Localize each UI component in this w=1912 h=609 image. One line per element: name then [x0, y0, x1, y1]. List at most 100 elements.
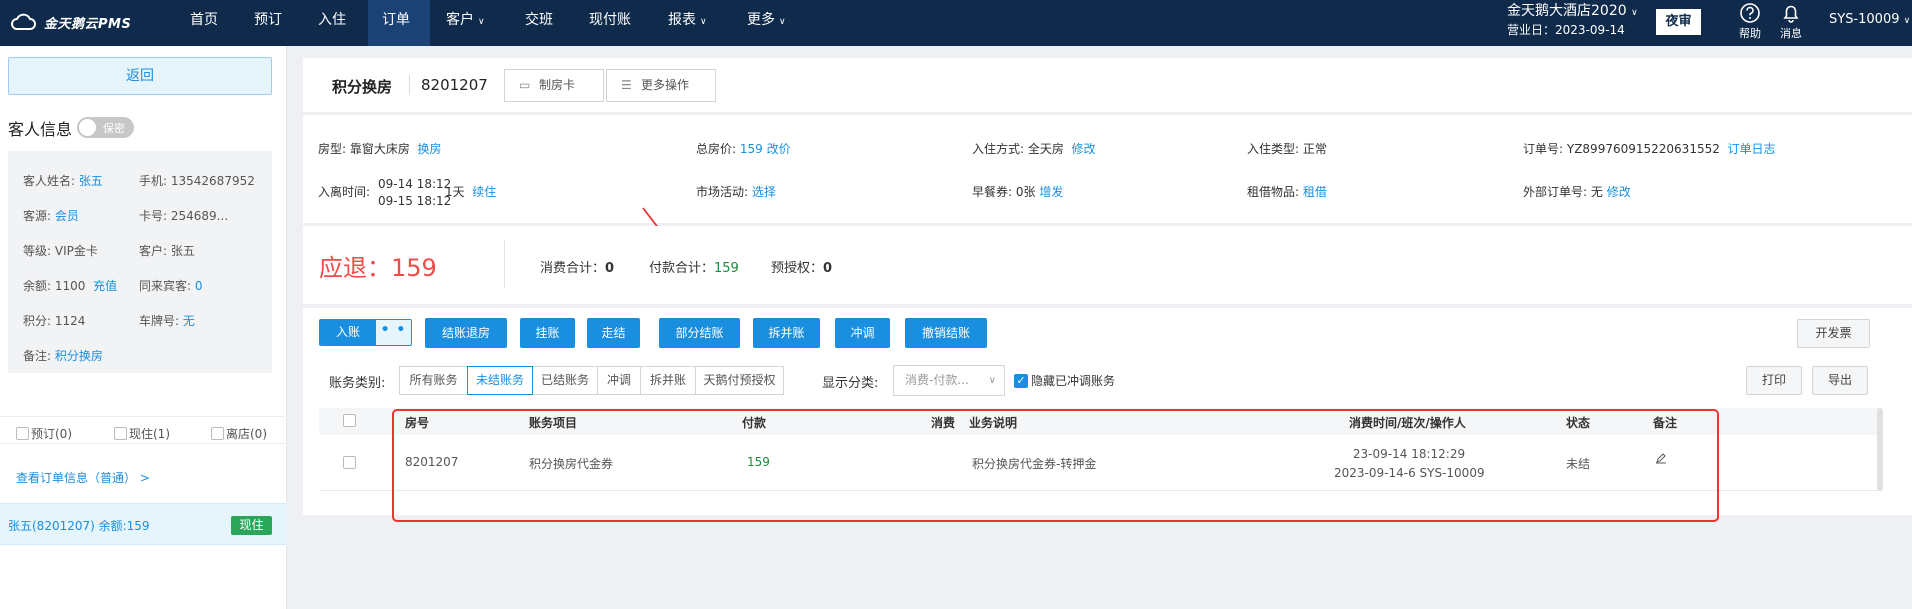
segment-split-merge[interactable]: 拆并账: [640, 366, 696, 395]
export-button[interactable]: 导出: [1812, 366, 1868, 395]
invoice-button[interactable]: 开发票: [1797, 319, 1870, 348]
guest-plate: 车牌号: 无: [139, 314, 195, 328]
order-log-link[interactable]: 订单日志: [1728, 142, 1776, 156]
night-audit-button[interactable]: 夜审: [1656, 9, 1701, 35]
divider: [409, 75, 410, 95]
more-actions-button[interactable]: ☰ 更多操作: [606, 69, 716, 102]
post-charge-group: 入账 • • •: [319, 319, 412, 346]
hang-account-button[interactable]: 挂账: [520, 318, 575, 348]
chevron-down-icon: ∨: [478, 17, 485, 27]
segment-all[interactable]: 所有账务: [399, 366, 468, 395]
check-icon: ✓: [1014, 373, 1028, 388]
display-select[interactable]: 消费-付款... ∨: [893, 365, 1005, 396]
messages-label: 消息: [1780, 27, 1802, 40]
annotation-highlight-box: [392, 409, 1719, 522]
adjust-button[interactable]: 冲调: [835, 318, 890, 348]
filter-departed[interactable]: 离店(0): [211, 425, 267, 442]
refund-amount: 应退：159: [319, 254, 437, 282]
nav-reports[interactable]: 报表 ∨: [654, 0, 721, 46]
hotel-selector[interactable]: 金天鹅大酒店2020 ∨ 营业日：2023-09-14: [1507, 3, 1638, 39]
nav-cash-account[interactable]: 现付账: [575, 0, 645, 46]
list-icon: ☰: [621, 78, 632, 92]
guest-balance: 余额: 1100 充值: [23, 279, 118, 293]
make-card-button[interactable]: ▭ 制房卡: [504, 69, 604, 102]
remark-link[interactable]: 积分换房: [55, 349, 103, 363]
guest-points: 积分: 1124: [23, 314, 86, 328]
divider: [504, 240, 505, 288]
segment-adjusted[interactable]: 冲调: [597, 366, 641, 395]
change-room-link[interactable]: 换房: [418, 142, 442, 156]
stay-label: 入离时间:: [318, 185, 371, 199]
cancel-checkout-button[interactable]: 撤销结账: [905, 318, 987, 348]
segment-settled[interactable]: 已结账务: [532, 366, 598, 395]
user-name: SYS-10009: [1829, 12, 1900, 27]
nav-customers[interactable]: 客户 ∨: [432, 0, 499, 46]
filter-reserved[interactable]: 预订(0): [16, 425, 72, 442]
messages-button[interactable]: 消息: [1771, 2, 1811, 41]
category-label: 账务类别:: [329, 376, 386, 391]
external-order-modify-link[interactable]: 修改: [1607, 185, 1631, 199]
breakfast-add-link[interactable]: 增发: [1039, 185, 1063, 199]
view-order-info-link[interactable]: 查看订单信息（普通） >: [16, 469, 150, 486]
status-badge: 现住: [231, 516, 272, 535]
hide-reversed-checkbox[interactable]: ✓ 隐藏已冲调账务: [1014, 372, 1115, 389]
guest-source-link[interactable]: 会员: [55, 209, 79, 223]
row-checkbox[interactable]: [343, 456, 356, 469]
guest-card: 卡号: 254689...: [139, 209, 229, 223]
room-list-item[interactable]: 张五(8201207) 余额:159 现住: [0, 503, 287, 545]
companions-link[interactable]: 0: [195, 279, 203, 293]
privacy-label: 保密: [103, 122, 125, 135]
partial-checkout-button[interactable]: 部分结账: [659, 318, 740, 348]
post-more-button[interactable]: • • •: [376, 320, 411, 345]
walk-settle-button[interactable]: 走结: [587, 318, 640, 348]
nav-checkin[interactable]: 入住: [304, 0, 360, 46]
change-price-link[interactable]: 改价: [767, 142, 791, 156]
bell-icon: [1783, 5, 1799, 23]
nav-orders[interactable]: 订单: [368, 0, 430, 46]
help-label: 帮助: [1739, 27, 1761, 40]
checkout-button[interactable]: 结账退房: [425, 318, 507, 348]
modify-checkin-link[interactable]: 修改: [1072, 142, 1096, 156]
payment-total: 付款合计：159: [649, 261, 739, 276]
total-price: 总房价: 159 改价: [696, 142, 791, 156]
table-scrollbar[interactable]: [1877, 408, 1883, 491]
page-title: 积分换房: [332, 78, 393, 96]
left-panel: 返回 客人信息 保密 客人姓名: 张五 手机: 13542687952 客源: …: [0, 46, 287, 609]
select-all-checkbox[interactable]: [343, 414, 356, 427]
marketing-select-link[interactable]: 选择: [752, 185, 776, 199]
billing-summary: 应退：159 消费合计：0 付款合计：159 预授权：0: [303, 226, 1912, 304]
order-info: 房型: 靠窗大床房 换房 总房价: 159 改价 入住方式: 全天房 修改 入住…: [303, 115, 1912, 223]
filter-in-house[interactable]: 现住(1): [114, 425, 170, 442]
rental: 租借物品: 租借: [1247, 185, 1327, 199]
back-button[interactable]: 返回: [8, 57, 272, 95]
display-label: 显示分类:: [822, 376, 879, 391]
split-merge-button[interactable]: 拆并账: [753, 318, 820, 348]
segment-unsettled[interactable]: 未结账务: [467, 366, 533, 395]
checkbox[interactable]: [211, 427, 224, 440]
rental-link[interactable]: 租借: [1303, 185, 1327, 199]
marketing: 市场活动: 选择: [696, 185, 776, 199]
checkbox[interactable]: [114, 427, 127, 440]
recharge-link[interactable]: 充值: [93, 279, 117, 293]
guest-name-link[interactable]: 张五: [79, 174, 103, 188]
nav-handover[interactable]: 交班: [511, 0, 567, 46]
nav-reservation[interactable]: 预订: [240, 0, 296, 46]
post-charge-button[interactable]: 入账: [320, 320, 376, 345]
segment-preauth[interactable]: 天鹅付预授权: [695, 366, 784, 395]
logo[interactable]: 金天鹅云PMS: [10, 11, 131, 33]
order-header: 积分换房 8201207 ▭ 制房卡 ☰ 更多操作: [303, 58, 1912, 112]
print-button[interactable]: 打印: [1746, 366, 1802, 395]
nav-more[interactable]: 更多 ∨: [733, 0, 800, 46]
plate-link[interactable]: 无: [183, 314, 195, 328]
business-date: 营业日：2023-09-14: [1507, 23, 1625, 37]
nav-home[interactable]: 首页: [176, 0, 232, 46]
privacy-toggle[interactable]: 保密: [77, 117, 134, 138]
chevron-down-icon: ∨: [1903, 16, 1911, 26]
guest-customer: 客户: 张五: [139, 244, 195, 258]
checkbox[interactable]: [16, 427, 29, 440]
extend-stay-link[interactable]: 续住: [472, 185, 496, 199]
help-button[interactable]: 帮助: [1730, 2, 1770, 41]
user-menu[interactable]: SYS-10009 ∨: [1829, 12, 1910, 27]
hotel-name: 金天鹅大酒店2020: [1507, 3, 1627, 19]
help-icon: [1740, 3, 1760, 23]
